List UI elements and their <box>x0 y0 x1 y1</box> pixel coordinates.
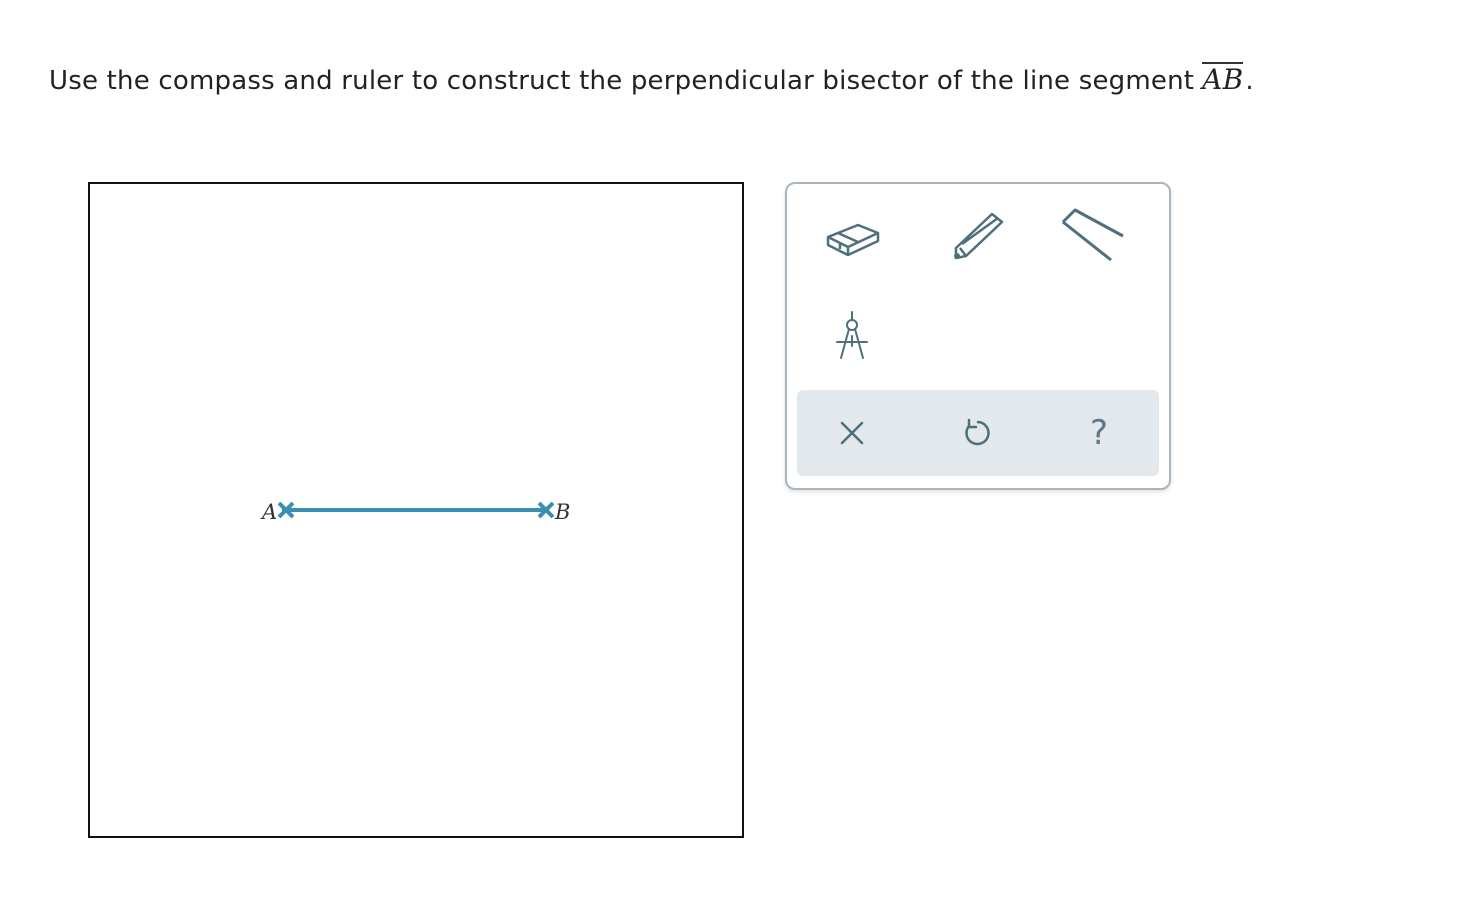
ruler-tool-button[interactable] <box>1045 194 1135 274</box>
ruler-icon <box>1061 208 1124 262</box>
point-b-label: B <box>554 500 570 524</box>
construction-canvas[interactable]: A B <box>88 182 744 838</box>
segment-label: AB <box>1202 62 1244 96</box>
prompt-period: . <box>1245 66 1254 96</box>
help-button[interactable]: ? <box>1044 390 1154 476</box>
close-icon <box>840 421 864 445</box>
point-a-label: A <box>260 500 277 524</box>
canvas-drawing[interactable]: A B <box>90 184 742 836</box>
eraser-icon <box>826 223 880 257</box>
pencil-icon <box>954 212 1004 260</box>
undo-icon <box>965 418 990 446</box>
eraser-tool-button[interactable] <box>807 194 897 274</box>
compass-icon <box>836 311 868 359</box>
action-bar: ? <box>797 390 1159 476</box>
undo-button[interactable] <box>923 390 1033 476</box>
clear-button[interactable] <box>797 390 907 476</box>
question-prompt: Use the compass and ruler to construct t… <box>49 62 1254 96</box>
pencil-tool-button[interactable] <box>933 194 1023 274</box>
compass-tool-button[interactable] <box>807 296 897 376</box>
tool-palette: ? <box>785 182 1171 490</box>
help-icon: ? <box>1089 413 1109 453</box>
prompt-text: Use the compass and ruler to construct t… <box>49 66 1195 96</box>
